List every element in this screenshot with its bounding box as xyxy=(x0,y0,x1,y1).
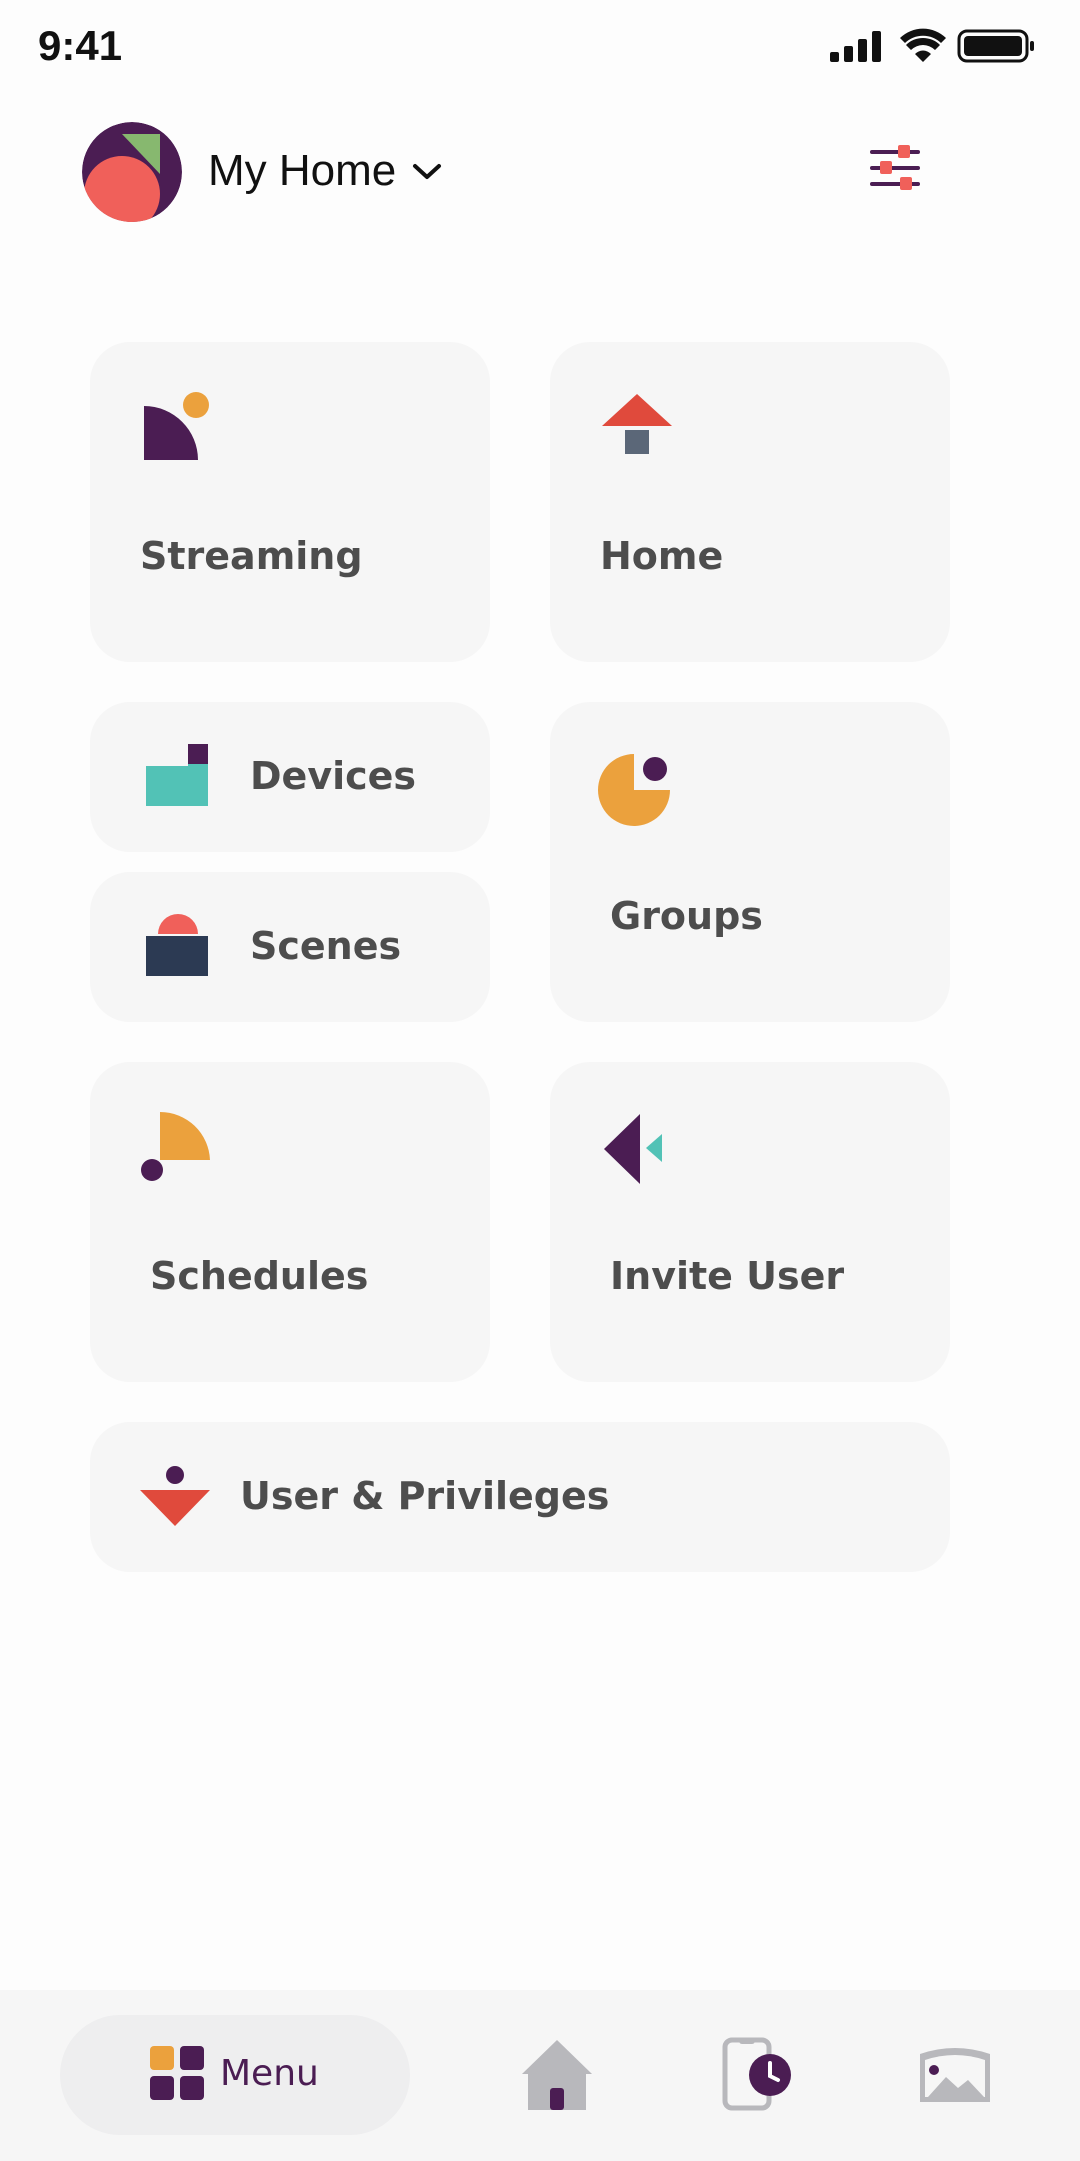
tile-groups[interactable]: Groups xyxy=(550,702,950,1022)
tile-home-label: Home xyxy=(600,534,724,578)
home-icon xyxy=(600,392,674,466)
chevron-down-icon[interactable] xyxy=(412,162,442,186)
streaming-icon xyxy=(144,392,214,466)
tile-user-privileges[interactable]: User & Privileges xyxy=(90,1422,950,1572)
nav-menu-label: Menu xyxy=(220,2053,319,2094)
tile-schedules[interactable]: Schedules xyxy=(90,1062,490,1382)
tile-groups-label: Groups xyxy=(610,894,763,938)
tile-scenes[interactable]: Scenes xyxy=(90,872,490,1022)
menu-grid-icon xyxy=(150,2046,206,2106)
tile-schedules-label: Schedules xyxy=(150,1254,369,1298)
invite-user-icon xyxy=(604,1114,668,1190)
status-icons xyxy=(830,26,1040,70)
tile-user-privileges-label: User & Privileges xyxy=(240,1474,610,1518)
tile-invite-user[interactable]: Invite User xyxy=(550,1062,950,1382)
tile-devices-label: Devices xyxy=(250,754,417,798)
signal-icon xyxy=(830,31,881,62)
tile-streaming[interactable]: Streaming xyxy=(90,342,490,662)
schedules-icon xyxy=(138,1112,218,1188)
devices-icon xyxy=(146,744,210,812)
battery-icon xyxy=(957,29,1034,63)
home-selector-title[interactable]: My Home xyxy=(208,146,396,196)
status-time: 9:41 xyxy=(38,22,123,69)
wifi-icon xyxy=(900,28,946,62)
groups-icon xyxy=(598,752,674,830)
tile-invite-user-label: Invite User xyxy=(610,1254,845,1298)
nav-gallery-icon[interactable] xyxy=(918,2044,992,2110)
home-avatar[interactable] xyxy=(82,122,182,222)
nav-home-icon[interactable] xyxy=(520,2038,594,2116)
nav-schedule-icon[interactable] xyxy=(720,2036,800,2116)
tile-streaming-label: Streaming xyxy=(140,534,363,578)
scenes-icon xyxy=(146,912,210,982)
tile-home[interactable]: Home xyxy=(550,342,950,662)
tile-devices[interactable]: Devices xyxy=(90,702,490,852)
filter-settings-icon[interactable] xyxy=(868,142,924,198)
tile-scenes-label: Scenes xyxy=(250,924,402,968)
user-privileges-icon xyxy=(138,1466,214,1532)
